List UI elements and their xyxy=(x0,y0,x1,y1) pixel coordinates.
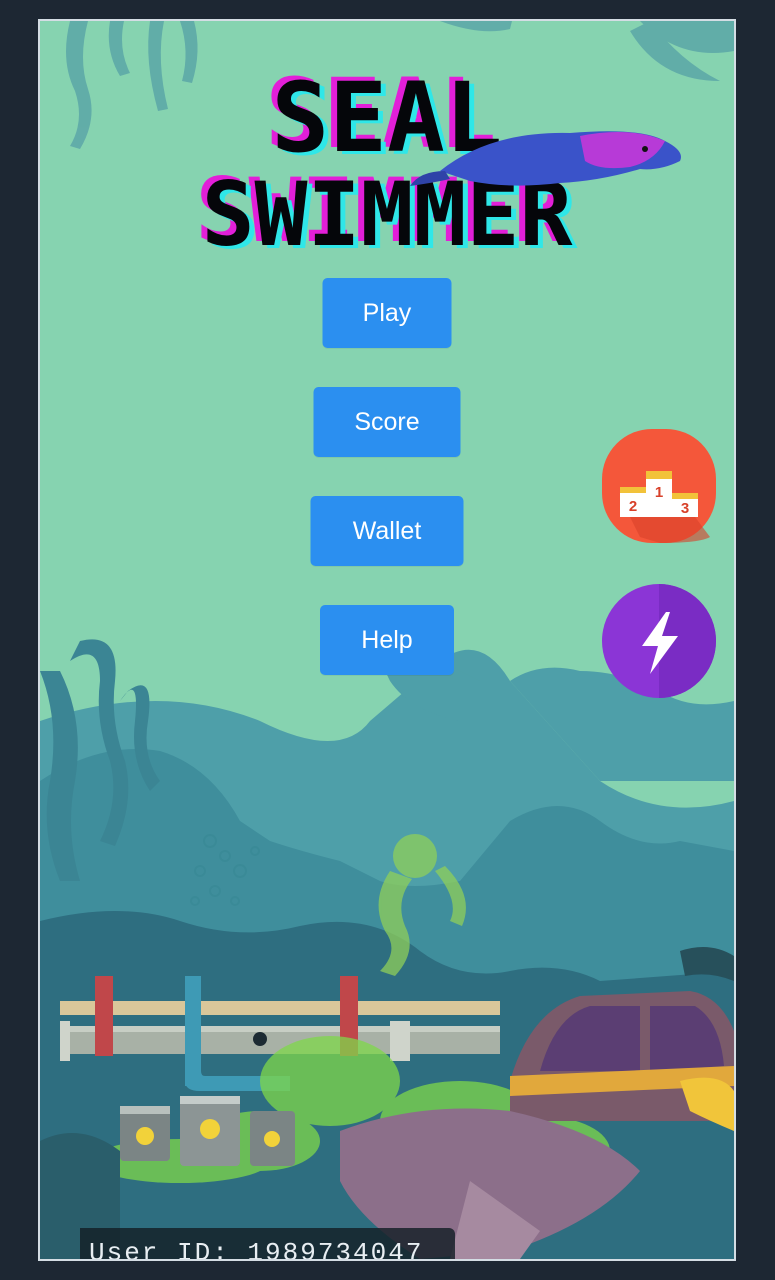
wallet-button[interactable]: Wallet xyxy=(310,496,464,566)
game-screen: SEAL SEAL SEAL SWIMMER SWIMMER SWIMMER P… xyxy=(38,19,736,1261)
podium-place-1: 1 xyxy=(655,484,663,501)
boost-button[interactable] xyxy=(600,582,718,700)
podium-icon: 2 1 3 xyxy=(602,429,716,543)
podium-place-3: 3 xyxy=(681,500,689,517)
score-button[interactable]: Score xyxy=(313,387,461,457)
lightning-icon xyxy=(602,584,716,698)
play-button[interactable]: Play xyxy=(322,278,452,348)
help-button[interactable]: Help xyxy=(320,605,454,675)
game-logo: SEAL SEAL SEAL SWIMMER SWIMMER SWIMMER xyxy=(196,58,681,261)
podium-place-2: 2 xyxy=(629,498,637,515)
user-id-label: User ID: 1989734047 xyxy=(80,1228,455,1259)
leaderboard-button[interactable]: 2 1 3 xyxy=(600,427,718,545)
